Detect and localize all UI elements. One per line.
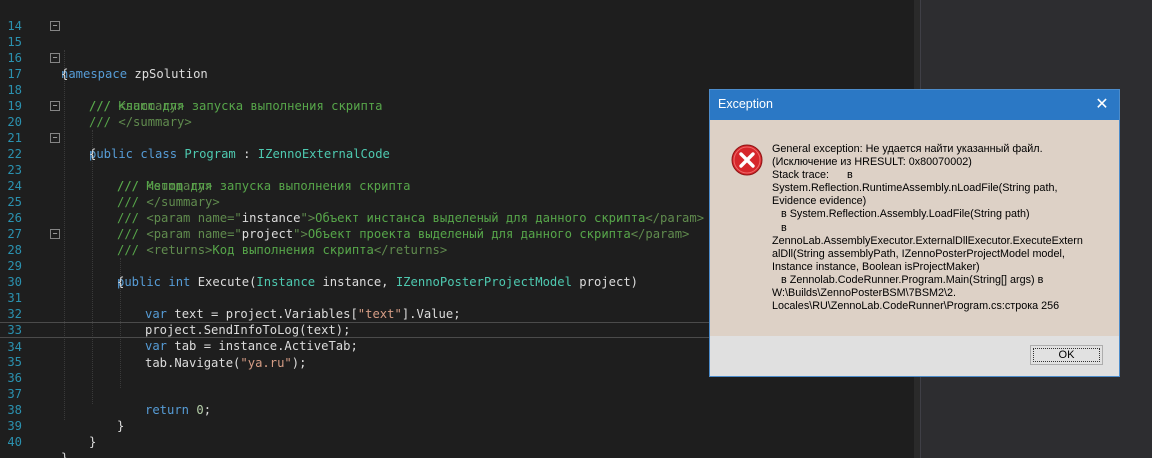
message-line: в [772,221,787,234]
code-line: 39 } [0,402,910,449]
code-line: 15 − namespace zpSolution [0,18,910,81]
message-line: Locales\RU\ZennoLab.CodeRunner\Program.c… [772,300,1060,313]
error-icon [731,144,763,176]
message-line: Evidence evidence) [772,195,867,208]
message-line: ZennoLab.AssemblyExecutor.ExternalDllExe… [772,234,1083,247]
message-line: General exception: Не удается найти указ… [772,143,1043,155]
fold-toggle[interactable]: − [50,229,60,239]
code-line: 18 /// Класс для запуска выполнения скри… [0,66,910,113]
message-line: в System.Reflection.Assembly.LoadFile(St… [772,208,1030,221]
message-line: Instance instance, Boolean isProjectMake… [772,260,980,273]
message-line: в Zennolab.CodeRunner.Program.Main(Strin… [772,273,1044,286]
exception-message: General exception: Не удается найти указ… [772,143,1114,313]
code-text: } [61,451,69,458]
code-line: 17 − /// <summary> [0,50,910,113]
ok-button[interactable]: OK [1030,345,1103,365]
exception-dialog: Exception ✕ General exception: Не удаетс… [709,89,1120,377]
close-icon[interactable]: ✕ [1089,92,1115,118]
code-line: 16 { [0,34,910,81]
fold-toggle[interactable]: − [50,101,60,111]
message-line: System.Reflection.RuntimeAssembly.nLoadF… [772,182,1058,195]
fold-toggle[interactable]: − [50,53,60,63]
message-line: (Исключение из HRESULT: 0x80070002) [772,156,972,169]
code-line: 14 [0,2,910,33]
message-line: W:\Builds\ZennoPosterBSM\7BSM2\2. [772,287,957,300]
dialog-content: General exception: Не удается найти указ… [710,120,1119,336]
code-line: 38 } [0,386,910,433]
line-number: 40 [7,435,22,449]
fold-toggle[interactable]: − [50,21,60,31]
dialog-title-bar[interactable]: Exception ✕ [710,90,1119,120]
code-text: } [89,435,97,449]
dialog-title: Exception [718,97,773,111]
message-line: alDll(String assemblyPath, IZennoPosterP… [772,247,1065,260]
code-line: 40 } [0,418,910,458]
message-line: Stack trace: в [772,169,853,182]
fold-toggle[interactable]: − [50,133,60,143]
